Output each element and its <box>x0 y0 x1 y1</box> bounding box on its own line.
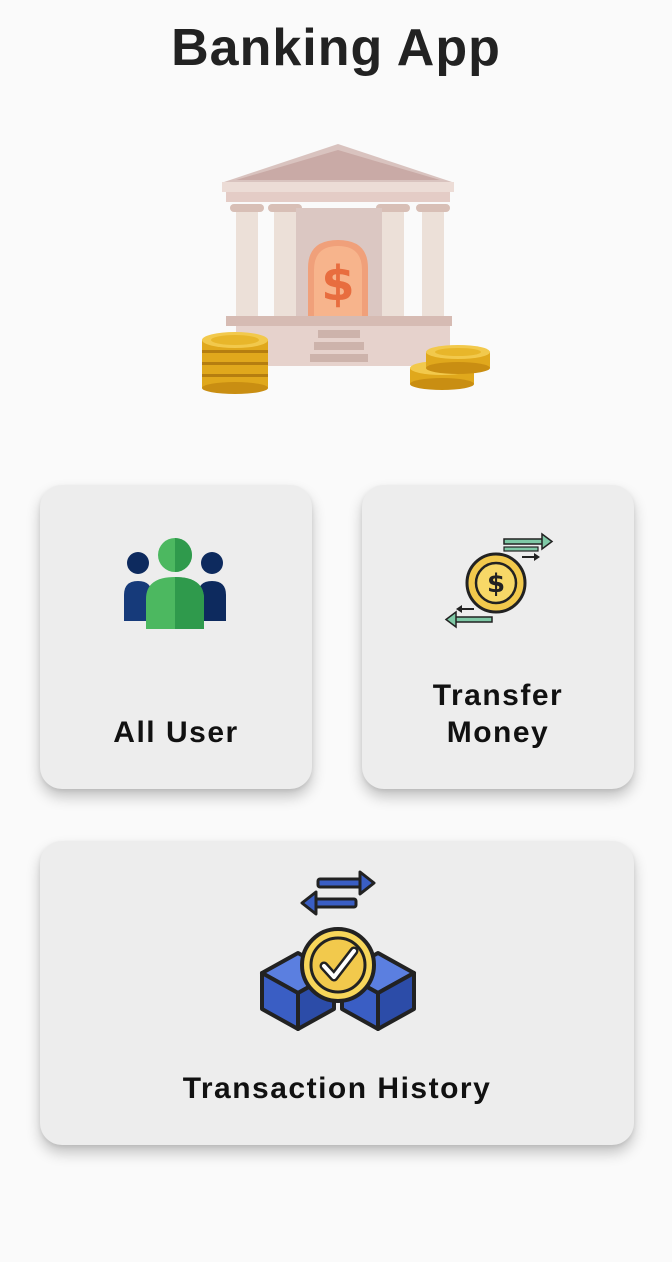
transaction-history-card[interactable]: Transaction History <box>40 841 634 1145</box>
transfer-money-label-line1: Transfer <box>432 679 564 712</box>
svg-text:$: $ <box>487 569 505 599</box>
svg-text:$: $ <box>321 256 354 312</box>
all-user-label: All User <box>113 716 239 749</box>
transfer-money-card[interactable]: $ Transfer Money <box>362 485 634 789</box>
users-group-icon <box>122 537 230 633</box>
transfer-money-label-line2: Money <box>446 716 550 749</box>
all-user-card[interactable]: All User <box>40 485 312 789</box>
transaction-history-icon <box>258 869 418 1031</box>
transfer-money-label: Transfer Money <box>362 677 634 751</box>
bank-building-icon: $ <box>196 140 496 400</box>
money-transfer-icon: $ <box>444 529 554 639</box>
transaction-history-label: Transaction History <box>182 1072 492 1105</box>
page-title: Banking App <box>171 19 501 77</box>
